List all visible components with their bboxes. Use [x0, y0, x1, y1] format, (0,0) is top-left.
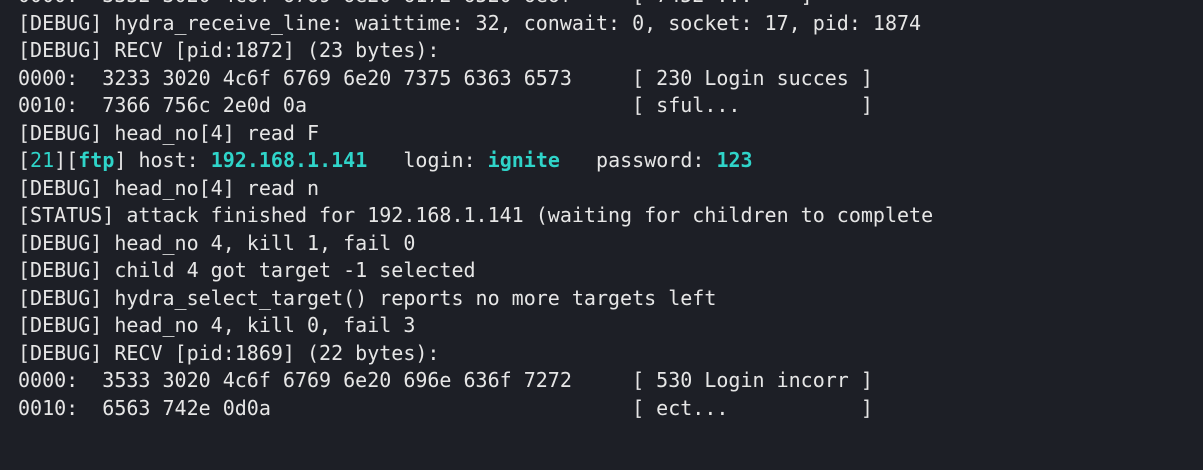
terminal-line-debug: [DEBUG] head_no 4, kill 1, fail 0	[18, 230, 416, 255]
result-bracket-close: ]	[114, 148, 127, 172]
terminal-line-debug: [DEBUG] RECV [pid:1872] (23 bytes):	[18, 38, 440, 62]
result-bracket-mid: ][	[54, 148, 79, 172]
terminal-line-hexdump: 0000: 3533 3020 4c6f 6769 6e20 696e 636f…	[18, 368, 873, 392]
result-password-value: 123	[716, 148, 753, 172]
terminal-output: 0000: 3332 3020 4c6f 6769 6e20 6172 6520…	[18, 0, 1203, 422]
result-host-label: host:	[126, 148, 211, 172]
result-login-value: ignite	[487, 148, 560, 172]
result-password-label: password:	[559, 148, 717, 172]
terminal-line-debug: [DEBUG] head_no 4, kill 0, fail 3	[18, 313, 416, 337]
terminal-line-hexdump: 0000: 3332 3020 4c6f 6769 6e20 6172 6520…	[18, 0, 1203, 10]
terminal-line-debug: [DEBUG] hydra_receive_line: waittime: 32…	[18, 10, 922, 35]
result-bracket-open: [	[18, 148, 31, 172]
result-service: ftp	[78, 148, 115, 172]
terminal-line-status: [STATUS] attack finished for 192.168.1.1…	[18, 203, 934, 227]
result-port: 21	[30, 148, 55, 172]
terminal-line-debug: [DEBUG] hydra_select_target() reports no…	[18, 285, 717, 310]
terminal-line-credential-result: [21][ftp] host: 192.168.1.141 login: ign…	[18, 147, 1203, 175]
result-login-label: login:	[367, 148, 488, 172]
terminal-line-hexdump: 0000: 3233 3020 4c6f 6769 6e20 7375 6363…	[18, 65, 873, 90]
terminal-line-hexdump: 0010: 6563 742e 0d0a [ ect... ]	[18, 395, 873, 420]
terminal-line-debug: [DEBUG] RECV [pid:1869] (22 bytes):	[18, 340, 440, 365]
terminal-line-debug: [DEBUG] head_no[4] read F	[18, 120, 320, 145]
terminal-line-debug: [DEBUG] child 4 got target -1 selected	[18, 258, 476, 282]
terminal-window[interactable]: 0000: 3332 3020 4c6f 6769 6e20 6172 6520…	[0, 0, 1203, 470]
terminal-line-hexdump: 0010: 7366 756c 2e0d 0a [ sful... ]	[18, 93, 873, 117]
terminal-line-debug: [DEBUG] head_no[4] read n	[18, 175, 320, 200]
result-host-value: 192.168.1.141	[210, 148, 368, 172]
